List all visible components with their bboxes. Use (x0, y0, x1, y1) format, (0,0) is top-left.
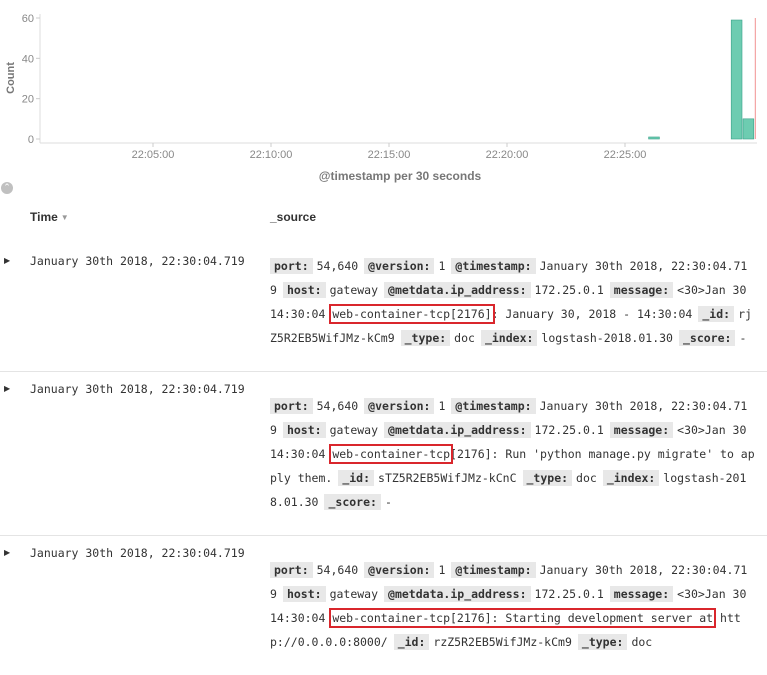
expand-row-icon[interactable]: ▶ (4, 256, 10, 265)
field-key: message: (609, 585, 674, 602)
expand-row-icon[interactable]: ▶ (4, 548, 10, 557)
field-value: rzZ5R2EB5WifJMz-kCm9 (433, 634, 572, 649)
x-tick-label: 22:05:00 (132, 149, 175, 161)
y-axis-label: Count (5, 62, 17, 94)
x-tick-label: 22:10:00 (250, 149, 293, 161)
field-value: gateway (329, 586, 379, 601)
field-value: 54,640 (316, 398, 359, 413)
field-value: 1 (438, 258, 446, 273)
histogram-bar[interactable] (742, 118, 755, 140)
field-value: 172.25.0.1 (534, 586, 604, 601)
field-key: _score: (678, 329, 736, 346)
field-key: @metdata.ip_address: (384, 585, 531, 602)
field-key: _score: (324, 493, 381, 510)
field-key: @version: (364, 257, 435, 274)
field-key: _id: (698, 305, 735, 322)
x-tick-label: 22:25:00 (604, 149, 647, 161)
sort-caret-icon[interactable]: ▼ (61, 213, 69, 222)
row-source: port: 54,640 @version: 1 @timestamp: January … (270, 384, 758, 524)
row-source: port: 54,640 @version: 1 @timestamp: January … (270, 548, 758, 664)
x-tick-label: 22:15:00 (368, 149, 411, 161)
field-value: 54,640 (316, 258, 359, 273)
source-column-header: _source (270, 210, 317, 224)
document-table: ▶ January 30th 2018, 22:30:04.719 port: 54,… (0, 232, 767, 675)
row-time: January 30th 2018, 22:30:04.719 (30, 546, 245, 560)
field-value: - (384, 494, 392, 509)
field-value: doc (454, 330, 475, 345)
field-key: @metdata.ip_address: (384, 281, 531, 298)
field-key: _type: (577, 633, 628, 650)
field-key: @timestamp: (451, 561, 536, 578)
field-key: host: (282, 281, 326, 298)
field-key: port: (270, 397, 313, 414)
highlighted-container-name: web-container-tcp[2176]: Starting develo… (329, 607, 717, 628)
x-axis-ticks: 22:05:00 22:10:00 22:15:00 22:20:00 22:25:00 (40, 142, 757, 161)
field-value: 1 (438, 398, 446, 413)
table-row: ▶ January 30th 2018, 22:30:04.719 port: 54,… (0, 535, 767, 664)
field-key: message: (609, 281, 674, 298)
field-value: 172.25.0.1 (534, 422, 604, 437)
field-key: _type: (400, 329, 451, 346)
collapse-chart-icon[interactable]: ⌃ (1, 182, 13, 194)
field-key: @timestamp: (451, 257, 536, 274)
row-time: January 30th 2018, 22:30:04.719 (30, 253, 245, 268)
time-column-header[interactable]: Time ▼ (30, 210, 69, 224)
field-key: _id: (393, 633, 430, 650)
field-key: host: (282, 421, 326, 438)
table-header: Time ▼ _source (0, 204, 767, 232)
field-value: gateway (329, 422, 379, 437)
expand-row-icon[interactable]: ▶ (4, 384, 10, 393)
field-value: 1 (438, 562, 446, 577)
field-key: message: (609, 421, 674, 438)
message-suffix: : January 30, 2018 - 14:30:04 (491, 306, 693, 321)
y-tick-label: 20 (22, 94, 34, 106)
field-value: 54,640 (316, 562, 359, 577)
row-source: port: 54,640 @version: 1 @timestamp: January … (270, 244, 758, 360)
x-axis-label: @timestamp per 30 seconds (319, 169, 482, 183)
highlighted-container-name: web-container-tcp[2176] (329, 303, 495, 324)
field-key: _id: (338, 469, 375, 486)
field-value: doc (576, 470, 597, 485)
table-row: ▶ January 30th 2018, 22:30:04.719 port: 54,… (0, 244, 767, 360)
histogram-bar[interactable] (648, 136, 660, 140)
field-key: port: (270, 257, 313, 274)
y-axis-ticks: 0 20 40 60 (22, 13, 41, 146)
y-tick-label: 40 (22, 53, 34, 65)
field-value: logstash-2018.01.30 (541, 330, 673, 345)
field-value: sTZ5R2EB5WifJMz-kCnC (378, 470, 517, 485)
y-tick-label: 60 (22, 13, 34, 25)
field-value: 172.25.0.1 (534, 282, 604, 297)
field-key: @timestamp: (451, 397, 536, 414)
field-key: _index: (480, 329, 538, 346)
y-tick-label: 0 (28, 134, 34, 146)
field-key: @metdata.ip_address: (384, 421, 531, 438)
table-row: ▶ January 30th 2018, 22:30:04.719 port: 54,… (0, 371, 767, 524)
histogram-bars (648, 19, 755, 140)
field-key: port: (270, 561, 313, 578)
row-time: January 30th 2018, 22:30:04.719 (30, 382, 245, 396)
field-key: @version: (364, 561, 435, 578)
histogram-bar[interactable] (730, 19, 743, 140)
x-tick-label: 22:20:00 (486, 149, 529, 161)
field-key: @version: (364, 397, 435, 414)
histogram-chart: 0 20 40 60 22:05:00 22:10:00 22:15:00 22:20:00… (5, 13, 757, 183)
highlighted-container-name: web-container-tcp (329, 443, 454, 464)
field-key: _index: (602, 469, 660, 486)
field-key: _type: (522, 469, 573, 486)
field-value: - (739, 330, 747, 345)
field-key: host: (282, 585, 326, 602)
field-value: doc (631, 634, 653, 649)
field-value: gateway (329, 282, 379, 297)
